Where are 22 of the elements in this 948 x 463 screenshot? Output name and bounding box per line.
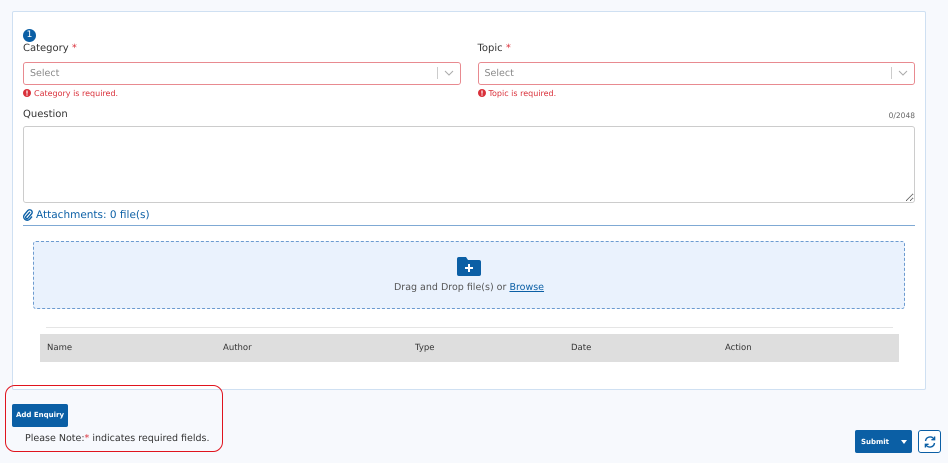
field-label: Question [23, 108, 68, 120]
select-field[interactable]: Select [478, 62, 915, 84]
column-header: Date [571, 342, 592, 352]
note-text: Please Note: [25, 432, 85, 444]
error-message: Topic is required. [488, 88, 556, 98]
error-message: Category is required. [34, 88, 118, 98]
drop-zone[interactable]: Drag and Drop file(s) or Browse [33, 240, 905, 308]
drop-instructions: Drag and Drop file(s) or [394, 282, 506, 292]
column-header: Author [223, 342, 253, 352]
column-header: Name [47, 342, 74, 352]
field-label: Topic [478, 42, 503, 54]
column-header: Action [725, 342, 753, 352]
column-header: Type [415, 342, 436, 352]
attachments-title: Attachments: 0 file(s) [36, 208, 150, 220]
required-mark: * [84, 432, 90, 444]
note-text: indicates required fields. [91, 432, 210, 444]
browse-link[interactable]: Browse [509, 282, 544, 292]
select-field[interactable]: Select [23, 62, 460, 84]
field-label: Category [23, 42, 69, 54]
required-mark: * [506, 42, 511, 54]
step-badge: 1 [23, 28, 36, 42]
required-mark: * [72, 42, 77, 54]
